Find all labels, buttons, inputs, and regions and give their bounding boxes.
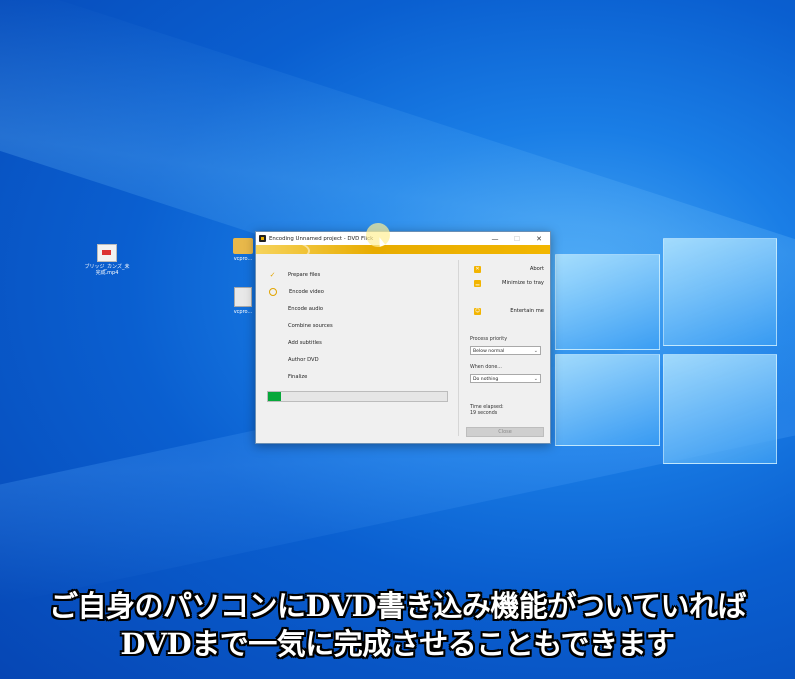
entertain-me-label: Entertain me — [510, 308, 544, 314]
time-elapsed-label: Time elapsed: — [470, 405, 504, 410]
step-encode-audio: Encode audio — [268, 300, 448, 317]
chevron-down-icon: ⌄ — [533, 348, 538, 354]
step-placeholder — [268, 372, 277, 381]
abort-icon: ✕ — [474, 265, 481, 273]
abort-label: Abort — [529, 266, 544, 272]
when-done-value: Do nothing — [473, 377, 499, 382]
subtitle-line-1: ご自身のパソコンにDVD書き込み機能がついていれば — [49, 589, 746, 623]
step-label: Prepare files — [288, 271, 321, 278]
step-label: Encode audio — [288, 305, 324, 312]
document-icon — [234, 287, 252, 307]
clock-icon — [269, 287, 277, 296]
logo-pane — [555, 354, 660, 446]
step-prepare-files: ✓ Prepare files — [268, 266, 448, 283]
check-icon: ✓ — [269, 270, 276, 279]
tray-icon: ▁ — [474, 279, 481, 287]
step-label: Finalize — [288, 373, 308, 380]
process-priority-label: Process priority — [470, 337, 508, 342]
step-placeholder — [268, 355, 277, 364]
encoding-progress-bar — [267, 391, 448, 402]
step-label: Author DVD — [288, 356, 319, 363]
subtitle-line-2: DVDまで一気に完成させることもできます — [120, 627, 675, 661]
progress-fill — [268, 392, 281, 401]
video-file-icon — [97, 244, 117, 262]
dvd-flick-app-icon — [259, 235, 266, 242]
logo-pane — [663, 238, 777, 346]
panel-divider — [458, 260, 459, 436]
entertain-icon: ☺ — [474, 307, 481, 315]
time-elapsed-value: 19 seconds — [470, 411, 498, 416]
step-label: Add subtitles — [288, 339, 322, 346]
desktop-icon-label: ブリッジ_カンズ_未 完成.mp4 — [84, 264, 130, 276]
desktop-icon-document[interactable]: vcpro... — [230, 287, 256, 315]
minimize-to-tray-button[interactable]: ▁ Minimize to tray — [474, 278, 546, 288]
abort-button[interactable]: ✕ Abort — [474, 264, 546, 274]
entertain-me-button[interactable]: ☺ Entertain me — [474, 306, 546, 316]
desktop-icon-video[interactable]: ブリッジ_カンズ_未 完成.mp4 — [82, 244, 132, 276]
step-add-subtitles: Add subtitles — [268, 334, 448, 351]
logo-pane — [555, 254, 660, 350]
when-done-select[interactable]: Do nothing ⌄ — [470, 374, 541, 383]
desktop-icon-label: vcpro... — [233, 309, 253, 315]
step-author-dvd: Author DVD — [268, 351, 448, 368]
step-label: Combine sources — [288, 322, 333, 329]
process-priority-select[interactable]: Below normal ⌄ — [470, 346, 541, 355]
folder-icon — [233, 238, 253, 254]
logo-pane — [663, 354, 777, 464]
close-button[interactable]: Close — [466, 427, 544, 437]
desktop: { "desktop": { "icons": [ {"label": "ブリッ… — [0, 0, 795, 679]
step-placeholder — [268, 338, 277, 347]
minimize-to-tray-label: Minimize to tray — [502, 280, 544, 286]
step-placeholder — [268, 321, 277, 330]
step-encode-video: Encode video — [268, 283, 448, 300]
desktop-icon-folder[interactable]: vcpro... — [230, 238, 256, 262]
step-combine-sources: Combine sources — [268, 317, 448, 334]
when-done-label: When done... — [470, 365, 502, 370]
encoding-window: Encoding Unnamed project - DVD Flick — ☐… — [255, 231, 551, 444]
step-finalize: Finalize — [268, 368, 448, 385]
chevron-down-icon: ⌄ — [533, 376, 538, 382]
encoding-steps: ✓ Prepare files Encode video Encode audi… — [268, 266, 448, 385]
desktop-icon-label: vcpro... — [233, 256, 253, 262]
step-placeholder — [268, 304, 277, 313]
windows-logo — [555, 238, 777, 464]
actions-panel: ✕ Abort ▁ Minimize to tray ☺ Entertain m… — [466, 232, 546, 443]
process-priority-value: Below normal — [473, 349, 505, 354]
step-label: Encode video — [289, 288, 324, 295]
